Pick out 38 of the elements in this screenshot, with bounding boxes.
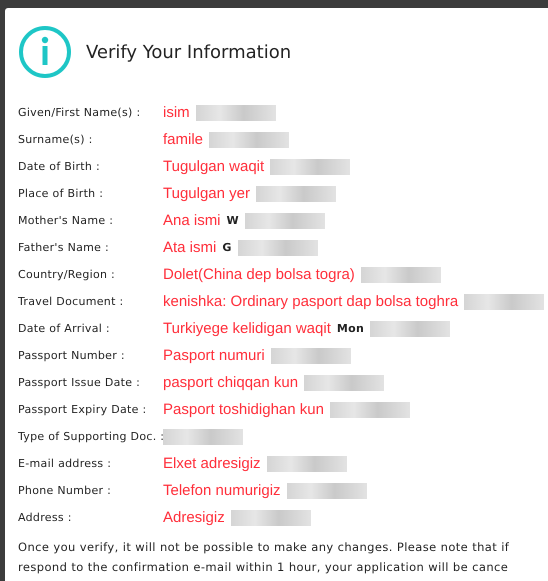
field-value: Mon [336, 322, 364, 336]
info-icon [18, 25, 72, 79]
field-label: Passport Number : [18, 348, 126, 362]
field-label: Country/Region : [18, 268, 116, 282]
annotation-text: Ana ismi [163, 212, 221, 230]
annotation-text: Dolet(China dep bolsa togra) [163, 266, 355, 284]
field-label: Given/First Name(s) : [18, 106, 142, 120]
field-label: Address : [18, 510, 73, 524]
annotation-text: Pasport numuri [163, 346, 265, 364]
dialog-title: Verify Your Information [86, 42, 292, 62]
annotation-text: Adresigiz [163, 508, 225, 526]
annotation-text: Telefon numurigiz [163, 482, 281, 500]
field-label: Phone Number : [18, 484, 112, 498]
notice-text: respond to the confirmation e-mail within 1 hour, your application will be cance [18, 559, 510, 576]
annotation-text: Ata ismi [163, 238, 216, 256]
notice-text: Once you verify, it will not be possible to make any changes. Please note that if [18, 539, 510, 556]
annotation-text: kenishka: Ordinary pasport dap bolsa toghra [163, 292, 458, 310]
annotation-text: famile [163, 130, 204, 148]
field-label: Mother's Name : [18, 214, 114, 228]
annotation-text: isim [163, 104, 190, 122]
field-label: Passport Issue Date : [18, 376, 142, 390]
field-label: Place of Birth : [18, 186, 104, 200]
annotation-text: Tugulgan waqit [163, 158, 264, 176]
field-value: W [226, 214, 239, 228]
field-label: Travel Document : [18, 294, 124, 308]
field-label: E-mail address : [18, 456, 112, 470]
annotation-text: Pasport toshidighan kun [163, 400, 324, 418]
field-label: Passport Expiry Date : [18, 402, 148, 416]
field-label: Date of Arrival : [18, 322, 111, 336]
field-label: Date of Birth : [18, 160, 101, 174]
annotation-text: Elxet adresigiz [163, 454, 261, 472]
field-label: Father's Name : [18, 240, 110, 254]
annotation-text: Tugulgan yer [163, 184, 250, 202]
annotation-text: pasport chiqqan kun [163, 374, 298, 392]
field-value: G [222, 240, 232, 254]
field-label: Surname(s) : [18, 132, 94, 146]
annotation-text: Turkiyege kelidigan waqit [163, 320, 331, 338]
field-label: Type of Supporting Doc. : [18, 430, 163, 444]
